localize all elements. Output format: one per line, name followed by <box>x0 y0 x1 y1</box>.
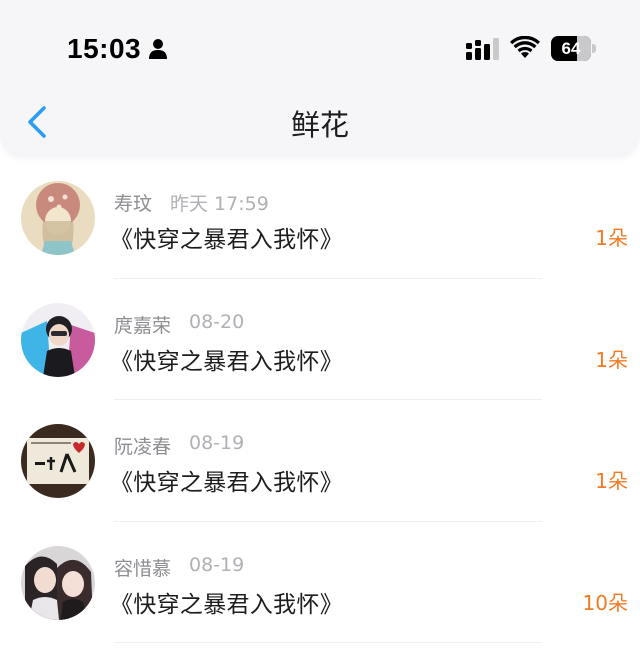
list-item[interactable]: 庹嘉荣 08-20 《快穿之暴君入我怀》 1朵 <box>0 279 640 400</box>
book-title: 《快穿之暴君入我怀》 <box>110 591 343 618</box>
flower-count: 10朵 <box>582 590 628 615</box>
status-time: 15:03 <box>67 33 142 64</box>
list-item[interactable]: 容惜慕 08-19 《快穿之暴君入我怀》 10朵 <box>0 522 640 643</box>
gift-date: 08-20 <box>189 310 245 333</box>
gift-date: 昨天 17:59 <box>170 193 269 215</box>
gift-list: 寿玟 昨天 17:59 《快穿之暴君入我怀》 1朵 庹嘉荣 08-20 《快穿之… <box>0 157 640 643</box>
divider <box>114 642 542 643</box>
wifi-icon <box>510 36 540 58</box>
avatar[interactable] <box>21 424 95 498</box>
gift-date: 08-19 <box>189 432 245 454</box>
book-title: 《快穿之暴君入我怀》 <box>110 348 343 375</box>
list-item[interactable]: 阮凌春 08-19 《快穿之暴君入我怀》 1朵 <box>0 400 640 522</box>
avatar[interactable] <box>21 181 95 255</box>
sender-name: 庹嘉荣 <box>114 314 172 337</box>
battery-icon: 64 <box>551 36 597 61</box>
signal-icon <box>466 38 499 60</box>
book-title: 《快穿之暴君入我怀》 <box>110 470 343 496</box>
avatar[interactable] <box>21 302 95 377</box>
sender-name: 阮凌春 <box>114 436 172 458</box>
status-bar: 15:03 64 <box>0 0 640 96</box>
page-title: 鲜花 <box>290 108 349 142</box>
battery-level: 64 <box>561 39 581 58</box>
gift-date: 08-19 <box>189 553 245 576</box>
sender-name: 容惜慕 <box>114 557 172 580</box>
flower-count: 1朵 <box>595 226 628 250</box>
book-title: 《快穿之暴君入我怀》 <box>110 227 343 253</box>
avatar[interactable] <box>21 545 95 620</box>
sender-name: 寿玟 <box>114 193 153 215</box>
flower-count: 1朵 <box>595 347 628 372</box>
flower-count: 1朵 <box>595 469 628 493</box>
list-item[interactable]: 寿玟 昨天 17:59 《快穿之暴君入我怀》 1朵 <box>0 157 640 279</box>
person-icon <box>149 39 167 59</box>
header: 15:03 64 鲜花 <box>0 0 640 157</box>
